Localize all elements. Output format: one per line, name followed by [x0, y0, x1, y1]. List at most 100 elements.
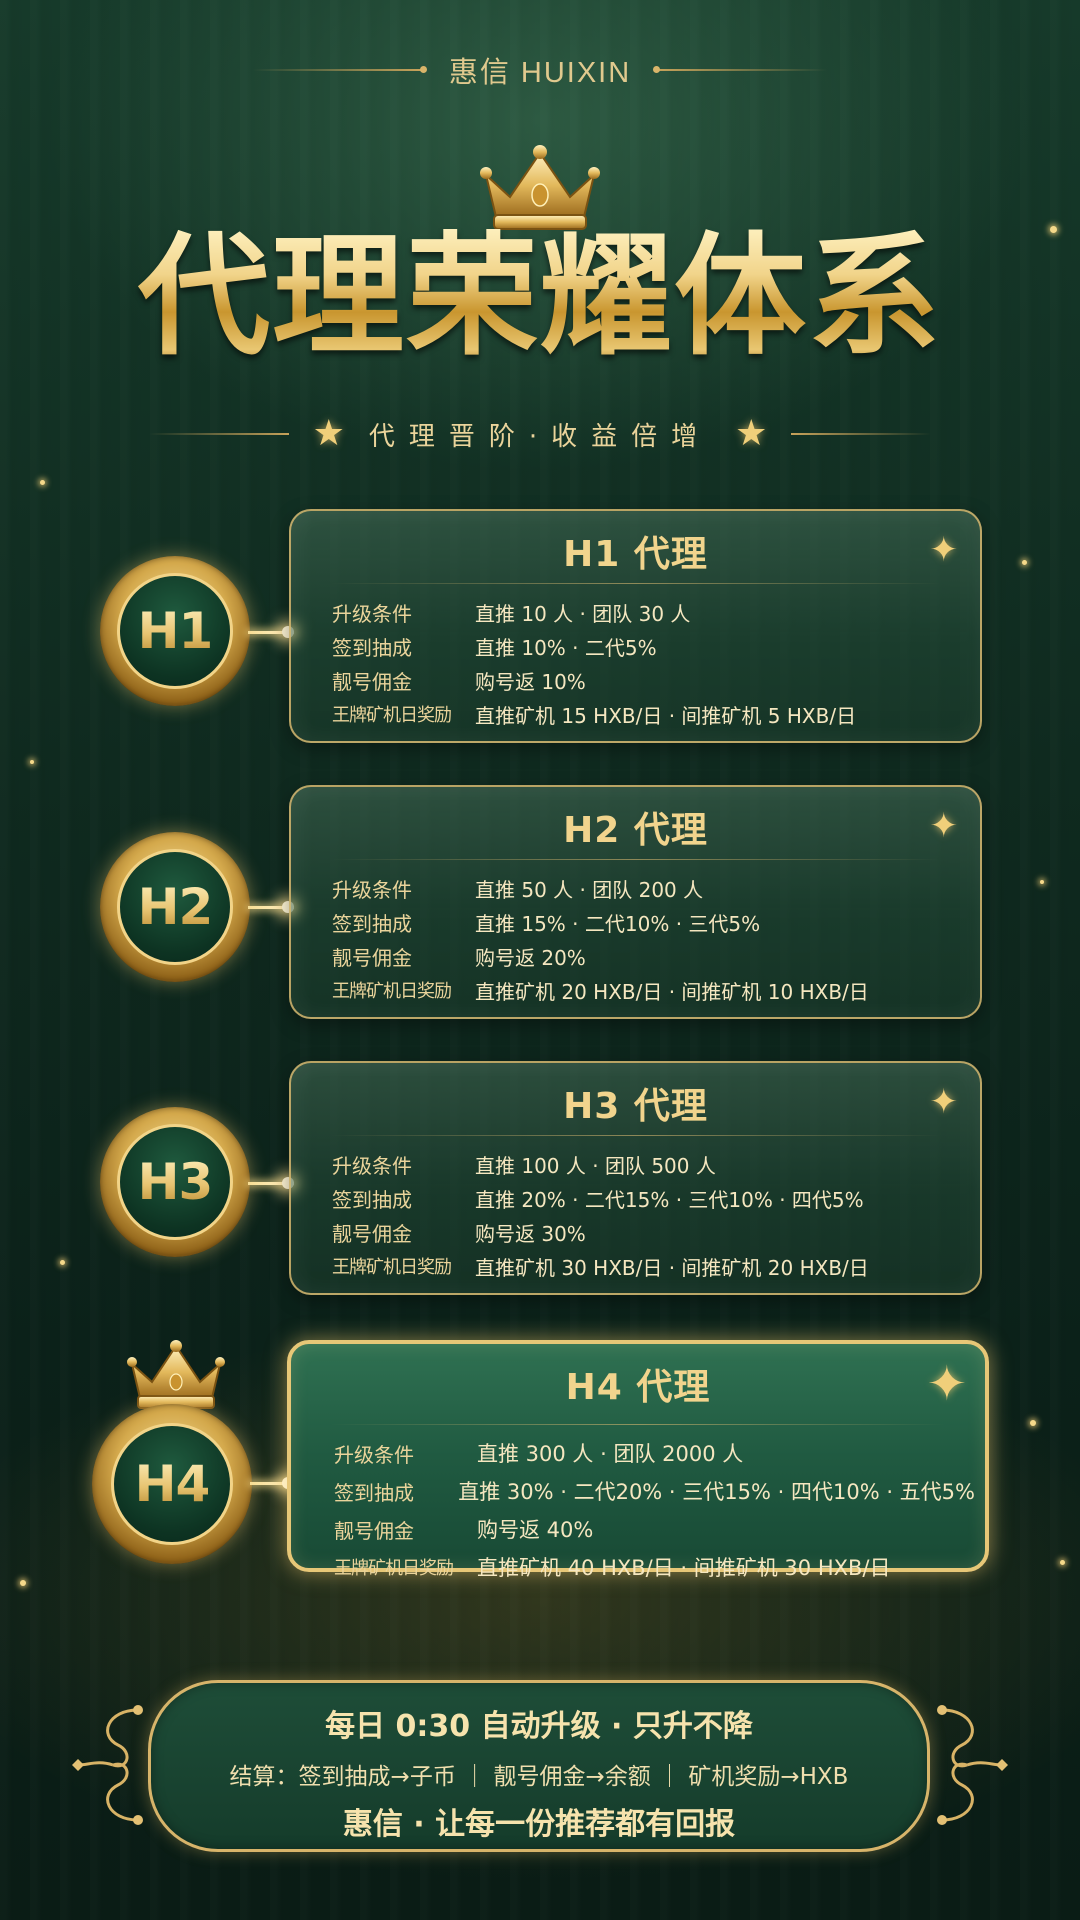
- sparkle: [40, 480, 45, 485]
- card-row: 签到抽成 直推 30% · 二代20% · 三代15% · 四代10% · 五代5…: [334, 1472, 975, 1510]
- card-rows: 升级条件 直推 10 人 · 团队 30 人 签到抽成 直推 10% · 二代5% …: [332, 595, 970, 731]
- level-card: H1 代理 ✦ 升级条件 直推 10 人 · 团队 30 人 签到抽成 直推 10%…: [289, 509, 982, 743]
- row-label: 签到抽成: [332, 911, 412, 936]
- card-row: 王牌矿机日奖励 直推矿机 40 HXB/日 · 间推矿机 30 HXB/日: [334, 1548, 975, 1586]
- row-value: 购号返 30%: [475, 1221, 586, 1246]
- row-label: 靓号佣金: [332, 945, 412, 970]
- row-value: 直推矿机 20 HXB/日 · 间推矿机 10 HXB/日: [475, 979, 869, 1004]
- row-value: 直推 100 人 · 团队 500 人: [475, 1153, 716, 1178]
- crown-icon: [480, 145, 600, 230]
- card-row: 升级条件 直推 50 人 · 团队 200 人: [332, 871, 970, 905]
- card-divider: [331, 1424, 945, 1425]
- card-row: 王牌矿机日奖励 直推矿机 30 HXB/日 · 间推矿机 20 HXB/日: [332, 1249, 970, 1283]
- star-icon: ★: [312, 413, 345, 454]
- row-label: 靓号佣金: [332, 669, 412, 694]
- row-label: 签到抽成: [332, 1187, 412, 1212]
- scroll-ornament-icon: [72, 1705, 143, 1825]
- footer-settlement-note: 结算：签到抽成→子币 ｜ 靓号佣金→余额 ｜ 矿机奖励→HXB: [229, 1764, 849, 1790]
- level-badge-inner: H2: [117, 849, 233, 965]
- level-badge: H3: [100, 1107, 250, 1257]
- sparkle: [30, 760, 34, 764]
- brand-header: 惠信 HUIXIN: [0, 50, 1080, 90]
- level-badge-label: H1: [137, 602, 214, 660]
- level-badge-label: H2: [137, 878, 214, 936]
- row-value: 直推 10 人 · 团队 30 人: [475, 601, 691, 626]
- star-icon: ✦: [929, 1082, 959, 1122]
- level-card: H3 代理 ✦ 升级条件 直推 100 人 · 团队 500 人 签到抽成 直推 2…: [289, 1061, 982, 1295]
- row-value: 购号返 40%: [477, 1518, 594, 1542]
- card-row: 靓号佣金 购号返 20%: [332, 939, 970, 973]
- sparkle: [60, 1260, 65, 1265]
- level-badge: H1: [100, 556, 250, 706]
- row-label: 签到抽成: [332, 635, 412, 660]
- crown-icon: [127, 1340, 225, 1409]
- sparkle: [1022, 560, 1027, 565]
- card-row: 升级条件 直推 100 人 · 团队 500 人: [332, 1147, 970, 1181]
- level-badge-inner: H1: [117, 573, 233, 689]
- poster: 惠信 HUIXIN 代理荣耀体系 ★ 代理晋阶·收益倍增 ★ H1 H1 代理 …: [0, 0, 1080, 1920]
- card-row: 签到抽成 直推 20% · 二代15% · 三代10% · 四代5%: [332, 1181, 970, 1215]
- row-label: 签到抽成: [334, 1480, 414, 1505]
- row-label: 王牌矿机日奖励: [332, 705, 452, 726]
- card-row: 升级条件 直推 300 人 · 团队 2000 人: [334, 1434, 975, 1472]
- row-value: 直推 20% · 二代15% · 三代10% · 四代5%: [475, 1187, 864, 1212]
- card-title: H3 代理: [563, 1086, 708, 1127]
- row-label: 升级条件: [332, 877, 412, 902]
- row-label: 王牌矿机日奖励: [332, 1257, 452, 1278]
- sparkle: [1040, 880, 1044, 884]
- level-card: H2 代理 ✦ 升级条件 直推 50 人 · 团队 200 人 签到抽成 直推 15…: [289, 785, 982, 1019]
- subtitle-divider-left: [148, 433, 289, 435]
- card-row: 签到抽成 直推 15% · 二代10% · 三代5%: [332, 905, 970, 939]
- level-badge-label: H3: [137, 1153, 214, 1211]
- card-row: 王牌矿机日奖励 直推矿机 20 HXB/日 · 间推矿机 10 HXB/日: [332, 973, 970, 1007]
- row-label: 王牌矿机日奖励: [334, 1558, 454, 1579]
- level-badge: H2: [100, 832, 250, 982]
- row-value: 直推 300 人 · 团队 2000 人: [477, 1442, 744, 1466]
- row-label: 王牌矿机日奖励: [332, 981, 452, 1002]
- footer-banner: 每日 0:30 自动升级 · 只升不降 结算：签到抽成→子币 ｜ 靓号佣金→余额…: [148, 1680, 930, 1852]
- row-value: 直推矿机 30 HXB/日 · 间推矿机 20 HXB/日: [475, 1255, 869, 1280]
- subtitle: 代理晋阶·收益倍增: [368, 421, 712, 452]
- subtitle-row: ★ 代理晋阶·收益倍增 ★: [0, 412, 1080, 456]
- card-title: H4 代理: [565, 1367, 711, 1408]
- card-row: 靓号佣金 购号返 40%: [334, 1510, 975, 1548]
- row-label: 靓号佣金: [334, 1518, 414, 1543]
- row-value: 直推矿机 15 HXB/日 · 间推矿机 5 HXB/日: [475, 703, 857, 728]
- card-divider: [331, 1135, 940, 1136]
- star-icon: ✦: [929, 530, 959, 570]
- row-value: 直推 50 人 · 团队 200 人: [475, 877, 704, 902]
- card-divider: [331, 583, 940, 584]
- star-icon: ✦: [926, 1356, 967, 1412]
- star-icon: ✦: [929, 806, 959, 846]
- card-rows: 升级条件 直推 50 人 · 团队 200 人 签到抽成 直推 15% · 二代10…: [332, 871, 970, 1007]
- card-row: 靓号佣金 购号返 30%: [332, 1215, 970, 1249]
- row-value: 直推 10% · 二代5%: [475, 635, 657, 660]
- subtitle-divider-right: [791, 433, 932, 435]
- brand-divider-right: [653, 66, 828, 73]
- card-row: 王牌矿机日奖励 直推矿机 15 HXB/日 · 间推矿机 5 HXB/日: [332, 697, 970, 731]
- sparkle: [20, 1580, 26, 1586]
- card-row: 升级条件 直推 10 人 · 团队 30 人: [332, 595, 970, 629]
- row-value: 购号返 20%: [475, 945, 586, 970]
- main-title: 代理荣耀体系: [0, 222, 1080, 372]
- card-divider: [331, 859, 940, 860]
- row-value: 直推 30% · 二代20% · 三代15% · 四代10% · 五代5%: [458, 1480, 975, 1504]
- footer-slogan: 惠信 · 让每一份推荐都有回报: [342, 1807, 736, 1842]
- card-row: 靓号佣金 购号返 10%: [332, 663, 970, 697]
- card-title: H1 代理: [563, 534, 708, 575]
- card-rows: 升级条件 直推 300 人 · 团队 2000 人 签到抽成 直推 30% · 二代…: [334, 1434, 975, 1586]
- scroll-ornament-icon: [937, 1705, 1008, 1825]
- row-value: 直推矿机 40 HXB/日 · 间推矿机 30 HXB/日: [477, 1556, 891, 1580]
- level-card-premium: H4 代理 ✦ 升级条件 直推 300 人 · 团队 2000 人 签到抽成 直推 …: [287, 1340, 989, 1580]
- row-label: 升级条件: [334, 1442, 414, 1467]
- brand-divider-left: [252, 66, 427, 73]
- level-badge-inner: H4: [111, 1423, 233, 1545]
- level-badge-inner: H3: [117, 1124, 233, 1240]
- footer-upgrade-note: 每日 0:30 自动升级 · 只升不降: [325, 1709, 753, 1744]
- star-icon: ★: [735, 413, 768, 454]
- row-label: 靓号佣金: [332, 1221, 412, 1246]
- sparkle: [1060, 1560, 1065, 1565]
- row-label: 升级条件: [332, 1153, 412, 1178]
- row-value: 购号返 10%: [475, 669, 586, 694]
- card-title: H2 代理: [563, 810, 708, 851]
